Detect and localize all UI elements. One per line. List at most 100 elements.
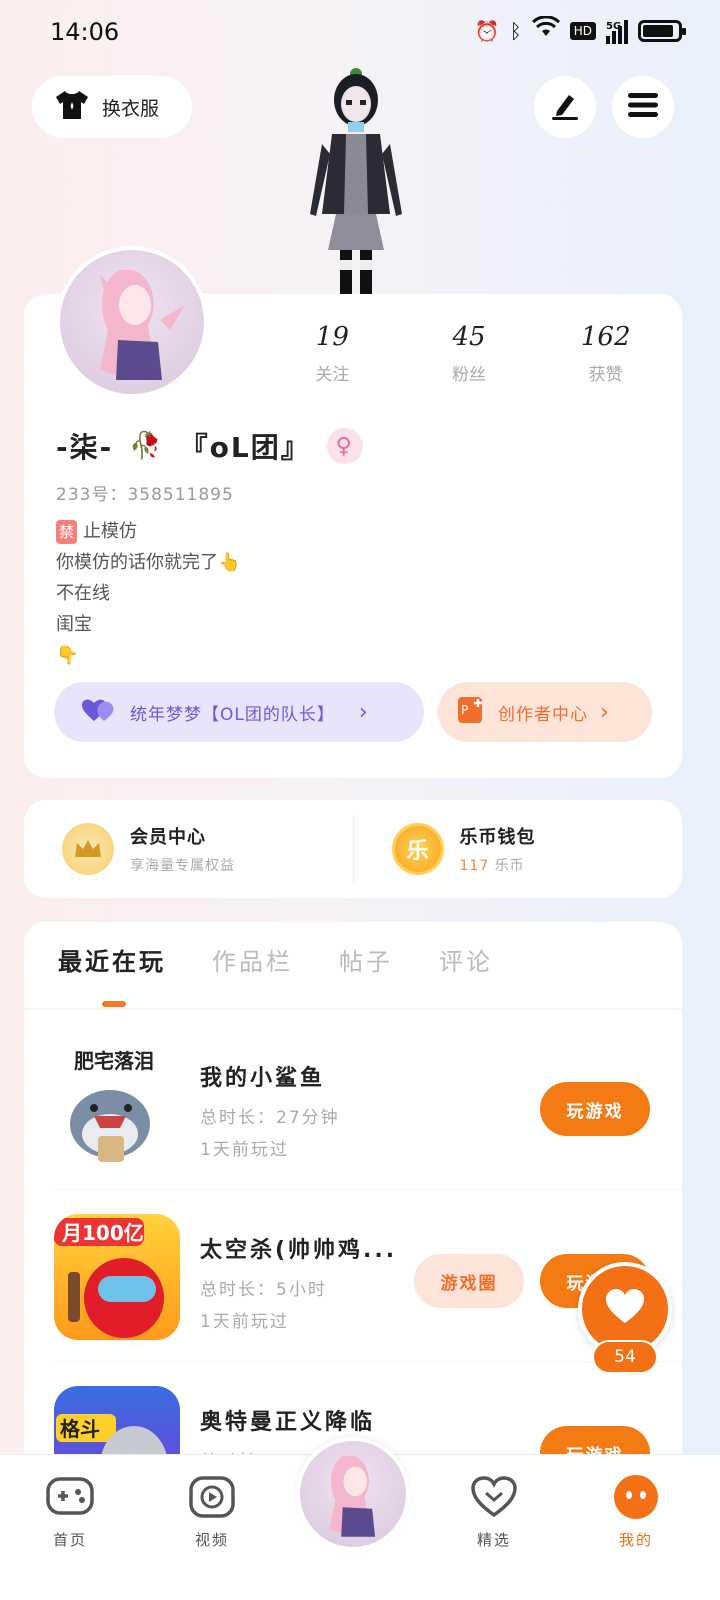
avatar-image bbox=[60, 250, 204, 394]
wifi-icon bbox=[531, 15, 560, 46]
coin-wallet-title: 乐币钱包 bbox=[459, 827, 536, 848]
edit-profile-button[interactable] bbox=[534, 76, 596, 138]
status-time: 14:06 bbox=[50, 18, 120, 46]
nav-home-label: 首页 bbox=[52, 1531, 87, 1549]
bio: 禁止模仿 你模仿的话你就完了👆 不在线 闺宝 👇 bbox=[56, 516, 240, 671]
hd-badge: HD bbox=[569, 22, 596, 40]
tab-posts[interactable]: 帖子 bbox=[339, 942, 393, 977]
ban-tag: 禁 bbox=[56, 520, 78, 544]
status-icons: ⏰ ᛒ HD 5G bbox=[474, 15, 686, 46]
heart-icon bbox=[605, 1289, 645, 1329]
stat-followers[interactable]: 45 粉丝 bbox=[401, 322, 538, 385]
change-outfit-label: 换衣服 bbox=[102, 97, 160, 120]
creator-center-button[interactable]: P 创作者中心 › bbox=[438, 682, 652, 742]
stat-value: 45 bbox=[452, 322, 486, 352]
coin-wallet-item[interactable]: 乐 乐币钱包 117 乐币 bbox=[354, 814, 683, 884]
profile-tabs: 最近在玩 作品栏 帖子 评论 bbox=[58, 942, 493, 977]
bio-line: 👇 bbox=[56, 645, 79, 666]
avatar[interactable] bbox=[56, 246, 208, 398]
best-friend-button[interactable]: 统年梦梦【OL团的队长】 › bbox=[54, 682, 424, 742]
game-icon-text: 月100亿 bbox=[61, 1221, 144, 1245]
coin-icon: 乐 bbox=[391, 823, 444, 875]
nav-mine-label: 我的 bbox=[618, 1531, 653, 1549]
gamepad-icon bbox=[46, 1473, 94, 1521]
game-duration: 总时长：5小时 bbox=[200, 1280, 327, 1300]
best-friend-label: 统年梦梦【OL团的队长】 bbox=[130, 704, 335, 725]
vip-center-item[interactable]: 会员中心 享海量专属权益 bbox=[24, 814, 353, 884]
crown-icon bbox=[62, 823, 114, 875]
pen-icon bbox=[549, 89, 581, 125]
alarm-icon: ⏰ bbox=[474, 19, 500, 43]
stat-value: 19 bbox=[315, 322, 349, 352]
vip-center-title: 会员中心 bbox=[130, 827, 206, 848]
mine-face-icon bbox=[612, 1473, 660, 1521]
change-outfit-button[interactable]: 换衣服 bbox=[32, 76, 192, 138]
nav-mine[interactable]: 我的 bbox=[586, 1473, 686, 1550]
chevron-right-icon: › bbox=[600, 699, 609, 725]
female-icon: ♀ bbox=[326, 428, 363, 464]
double-heart-icon bbox=[82, 697, 116, 727]
game-icon-space-kill: 月100亿 bbox=[54, 1214, 180, 1340]
game-icon-text: 格斗 bbox=[60, 1417, 100, 1441]
stat-label: 关注 bbox=[315, 365, 350, 385]
stat-likes[interactable]: 162 获赞 bbox=[537, 322, 674, 385]
play-game-button[interactable]: 玩游戏 bbox=[540, 1082, 650, 1136]
coin-unit: 乐币 bbox=[494, 858, 525, 874]
creator-icon: P bbox=[458, 697, 486, 727]
battery-icon bbox=[638, 20, 686, 42]
chevron-right-icon: › bbox=[358, 699, 368, 725]
stat-label: 粉丝 bbox=[452, 365, 486, 385]
creator-center-label: 创作者中心 bbox=[498, 704, 588, 725]
coin-balance: 117 乐币 bbox=[460, 855, 536, 875]
game-meta: 总时长：27分钟 1天前玩过 bbox=[200, 1102, 340, 1166]
divider bbox=[24, 1008, 682, 1009]
shirt-icon bbox=[54, 89, 90, 125]
like-count: 54 bbox=[592, 1340, 658, 1374]
bio-line: 禁止模仿 bbox=[56, 516, 240, 547]
avatar-character[interactable] bbox=[296, 64, 416, 296]
bluetooth-icon: ᛒ bbox=[509, 19, 522, 43]
game-icon-shark: 肥宅落泪 bbox=[54, 1042, 180, 1168]
status-bar: 14:06 ⏰ ᛒ HD 5G bbox=[0, 0, 720, 64]
heart-outline-icon bbox=[470, 1473, 518, 1521]
game-last-played: 1天前玩过 bbox=[200, 1140, 289, 1160]
game-icon-text: 肥宅落泪 bbox=[74, 1049, 154, 1073]
vip-center-subtitle: 享海量专属权益 bbox=[130, 858, 235, 874]
bio-text: 止模仿 bbox=[83, 521, 138, 542]
tab-comments[interactable]: 评论 bbox=[439, 942, 493, 977]
game-circle-button[interactable]: 游戏圈 bbox=[414, 1254, 524, 1308]
tab-recently-played[interactable]: 最近在玩 bbox=[58, 942, 166, 977]
center-avatar-button[interactable] bbox=[296, 1437, 410, 1551]
rose-icon: 🥀 bbox=[129, 431, 164, 461]
stat-following[interactable]: 19 关注 bbox=[264, 322, 401, 385]
nav-featured-label: 精选 bbox=[476, 1531, 511, 1549]
tab-works[interactable]: 作品栏 bbox=[212, 942, 293, 977]
game-row[interactable]: 肥宅落泪 我的小鲨鱼 总时长：27分钟 1天前玩过 玩游戏 bbox=[54, 1018, 682, 1190]
stat-label: 获赞 bbox=[588, 365, 623, 385]
game-last-played: 1天前玩过 bbox=[200, 1312, 289, 1332]
nickname-suffix: 『oL团』 bbox=[179, 431, 311, 464]
game-meta: 总时长：5小时 1天前玩过 bbox=[200, 1274, 327, 1338]
profile-stats: 19 关注 45 粉丝 162 获赞 bbox=[264, 322, 674, 385]
play-video-icon bbox=[188, 1473, 236, 1521]
tab-indicator bbox=[102, 1001, 126, 1007]
nav-video-label: 视频 bbox=[194, 1531, 229, 1549]
game-name: 太空杀(帅帅鸡... bbox=[200, 1238, 398, 1263]
signal-icon: 5G bbox=[606, 18, 628, 44]
network-label: 5G bbox=[606, 21, 622, 32]
nickname: -柒- 🥀 『oL团』 ♀ bbox=[56, 426, 363, 466]
nickname-prefix: -柒- bbox=[56, 431, 114, 464]
stat-value: 162 bbox=[580, 322, 631, 352]
nav-video[interactable]: 视频 bbox=[162, 1473, 262, 1550]
bio-line: 闺宝 bbox=[56, 614, 92, 635]
bio-line: 不在线 bbox=[56, 583, 110, 604]
svg-text:P: P bbox=[461, 703, 468, 717]
nav-home[interactable]: 首页 bbox=[20, 1473, 120, 1550]
bio-line: 你模仿的话你就完了👆 bbox=[56, 552, 241, 573]
menu-button[interactable] bbox=[612, 76, 674, 138]
bottom-nav: 首页 视频 精选 我的 bbox=[0, 1437, 720, 1600]
wallet-card: 会员中心 享海量专属权益 乐 乐币钱包 117 乐币 bbox=[24, 800, 682, 898]
nav-featured[interactable]: 精选 bbox=[444, 1473, 544, 1550]
coin-count: 117 bbox=[459, 858, 490, 874]
game-duration: 总时长：27分钟 bbox=[200, 1108, 340, 1128]
